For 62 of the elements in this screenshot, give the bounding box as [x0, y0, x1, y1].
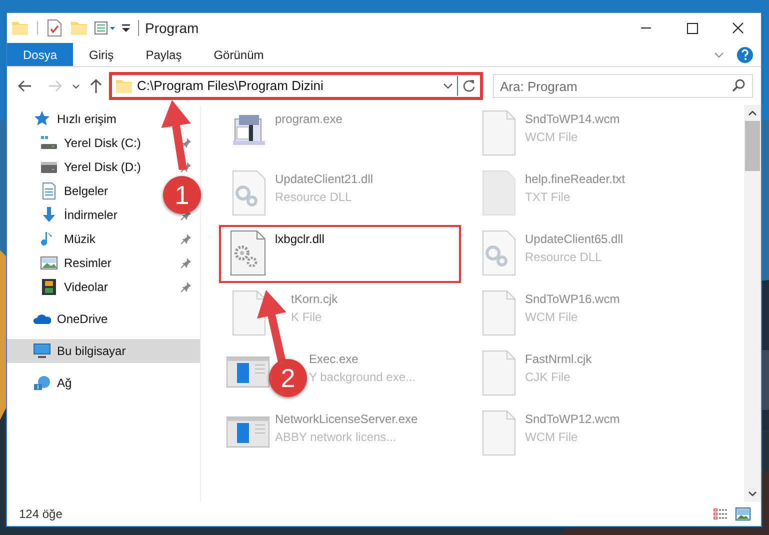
sidebar-item[interactable]: OneDrive [57, 310, 108, 328]
download-icon [40, 206, 58, 224]
search-box[interactable]: Ara: Program [493, 74, 753, 98]
file-name: lxbgclr.dll [275, 231, 324, 248]
address-bar[interactable]: C:\Program Files\Program Dizini [109, 72, 483, 100]
monitor-icon [33, 342, 51, 360]
pin-icon[interactable] [180, 281, 192, 293]
item-count: 124 öğe [19, 506, 62, 523]
file-name: program.exe [275, 111, 342, 128]
sidebar-item[interactable]: Hızlı erişim [57, 110, 116, 128]
scrollbar[interactable] [744, 105, 761, 502]
address-path: C:\Program Files\Program Dizini [137, 77, 324, 96]
ribbon-tab[interactable]: Dosya [7, 43, 74, 66]
ribbon-tab[interactable]: Giriş [73, 43, 130, 66]
folder-icon [115, 77, 133, 95]
file-name: tKorn.cjk [291, 291, 338, 308]
sidebar-item[interactable]: Resimler [64, 254, 112, 272]
ribbon-tab[interactable]: Paylaş [130, 43, 198, 66]
highlighted-file-frame[interactable]: lxbgclr.dll [219, 225, 461, 283]
details-view-icon[interactable] [713, 507, 729, 521]
file-type: CJK File [525, 369, 572, 386]
network-globe-icon [33, 374, 51, 392]
file-type: TXT File [525, 189, 572, 206]
file-name: SndToWP12.wcm [525, 411, 620, 428]
ribbon-tab[interactable]: Görünüm [198, 43, 280, 66]
document-icon [40, 182, 58, 200]
file-type: WCM File [525, 129, 579, 146]
file-name: SndToWP14.wcm [525, 111, 620, 128]
scrollbar-thumb[interactable] [745, 121, 760, 171]
file-name: UpdateClient21.dll [275, 171, 374, 188]
sidebar-item[interactable]: Yerel Disk (D:) [64, 158, 141, 176]
large-icons-view-icon[interactable] [735, 507, 751, 521]
file-name: Exec.exe [309, 351, 360, 368]
file-type: Y background exe... [309, 369, 416, 386]
file-type: K File [291, 309, 323, 326]
search-field[interactable]: Ara: Program [500, 76, 728, 96]
pin-icon[interactable] [180, 233, 192, 245]
file-type: Resource DLL [525, 249, 603, 266]
sidebar-item[interactable]: Belgeler [64, 182, 108, 200]
checklist-icon[interactable] [46, 19, 62, 37]
file-type: ABBY network licens... [275, 429, 398, 446]
sidebar-item[interactable]: Videolar [64, 278, 108, 296]
file-type: WCM File [525, 309, 579, 326]
file-name: SndToWP16.wcm [525, 291, 620, 308]
star-icon [33, 110, 51, 128]
pin-icon[interactable] [180, 257, 192, 269]
drive-icon [40, 134, 58, 152]
file-name: UpdateClient65.dll [525, 231, 624, 248]
file-type: Resource DLL [275, 189, 353, 206]
file-name: help.fineReader.txt [525, 171, 626, 188]
film-icon [40, 278, 58, 296]
sidebar-item[interactable]: Ağ [57, 374, 72, 392]
file-type: WCM File [525, 429, 579, 446]
pin-icon[interactable] [180, 137, 192, 149]
file-name: FastNrml.cjk [525, 351, 592, 368]
sidebar-item[interactable]: Yerel Disk (C:) [64, 134, 141, 152]
properties-icon[interactable] [94, 20, 116, 36]
sidebar-item[interactable]: Müzik [64, 230, 96, 248]
window-title: Program [145, 18, 199, 38]
file-name: NetworkLicenseServer.exe [275, 411, 418, 428]
image-icon [40, 254, 58, 272]
sidebar-item[interactable]: İndirmeler [64, 206, 118, 224]
